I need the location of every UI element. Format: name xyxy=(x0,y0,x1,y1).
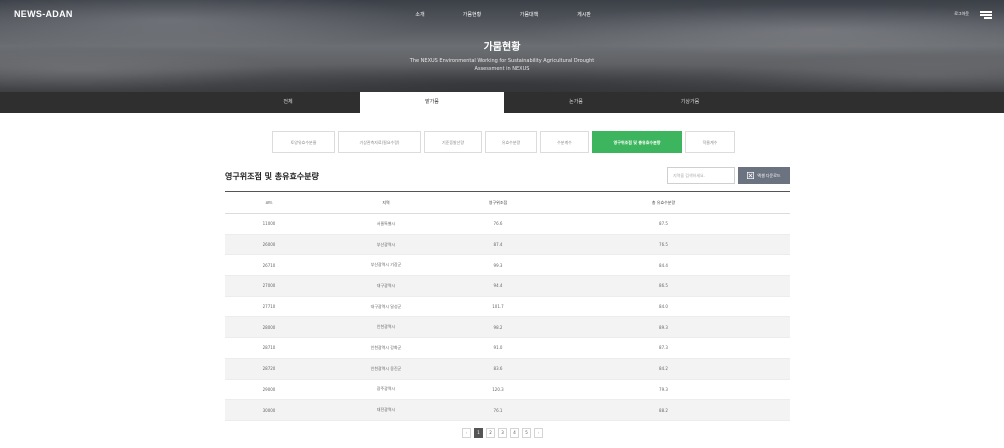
next-page-button[interactable]: › xyxy=(534,428,543,438)
subtab-soil-moisture-ratio[interactable]: 토양유효수분율 xyxy=(272,131,335,153)
logout-link[interactable]: 로그아웃 xyxy=(954,11,969,17)
cell-total-available-water: 88.2 xyxy=(537,399,790,421)
cell-total-available-water: 79.3 xyxy=(537,379,790,401)
cell-region: 부산광역시 xyxy=(313,234,459,256)
excel-download-button[interactable]: 엑셀 다운로드 xyxy=(738,167,790,184)
hero-banner: NEWS-ADAN 소개 가뭄현황 가뭄대책 게시판 로그아웃 가뭄현황 The… xyxy=(0,0,1004,92)
tab-field-drought[interactable]: 밭가뭄 xyxy=(360,92,504,113)
cell-total-available-water: 84.4 xyxy=(537,254,790,277)
excel-icon xyxy=(747,172,755,179)
cell-wilting-point: 99.3 xyxy=(459,254,537,277)
cell-code: 11000 xyxy=(225,213,313,235)
subtab-available-moisture[interactable]: 유효수분량 xyxy=(485,131,537,153)
section-title: 영구위조점 및 총유효수분량 xyxy=(225,172,319,181)
cell-code: 28720 xyxy=(225,358,313,380)
page-button-1[interactable]: 1 xyxy=(474,428,483,438)
page-subtitle-line1: The NEXUS Environmental Working for Sust… xyxy=(409,58,595,64)
cell-total-available-water: 87.3 xyxy=(537,337,790,359)
table-header-row: 코드 지역 영구위조점 총 유효수분량 xyxy=(225,191,790,214)
cell-total-available-water: 84.2 xyxy=(537,358,790,380)
cell-region: 대구광역시 달성군 xyxy=(313,296,459,318)
cell-wilting-point: 87.4 xyxy=(459,234,537,256)
cell-total-available-water: 89.3 xyxy=(537,316,790,339)
table-row: 28000 인천광역시 98.2 89.3 xyxy=(225,316,790,339)
cell-region: 인천광역시 강화군 xyxy=(313,337,459,359)
page-title: 가뭄현황 xyxy=(483,42,521,53)
tab-weather-drought[interactable]: 기상가뭄 xyxy=(648,92,732,113)
cell-region: 대구광역시 xyxy=(313,275,459,297)
cell-code: 29000 xyxy=(225,379,313,401)
cell-code: 27000 xyxy=(225,275,313,297)
table-row: 29000 광주광역시 120.3 79.3 xyxy=(225,379,790,401)
cell-total-available-water: 86.5 xyxy=(537,275,790,297)
table-row: 28720 인천광역시 옹진군 83.6 84.2 xyxy=(225,358,790,380)
column-header-total-available-water: 총 유효수분량 xyxy=(537,191,790,214)
cell-code: 28000 xyxy=(225,316,313,339)
prev-page-button[interactable]: ‹ xyxy=(462,428,471,438)
tab-all[interactable]: 전체 xyxy=(216,92,360,113)
page-button-2[interactable]: 2 xyxy=(486,428,495,438)
column-header-code: 코드 xyxy=(225,191,313,214)
cell-region: 인천광역시 옹진군 xyxy=(313,358,459,380)
table-row: 28710 인천광역시 강화군 91.0 87.3 xyxy=(225,337,790,359)
subtab-reference-evapotranspiration[interactable]: 기준증발산량 xyxy=(424,131,482,153)
tab-paddy-drought[interactable]: 논가뭄 xyxy=(504,92,648,113)
column-header-region: 지역 xyxy=(313,191,459,214)
nav-item-drought-measures[interactable]: 가뭄대책 xyxy=(520,11,538,18)
subtab-weather-observation[interactable]: 기상관측자료(필요수량) xyxy=(338,131,421,153)
page-button-4[interactable]: 4 xyxy=(510,428,519,438)
table-row: 26710 부산광역시 기장군 99.3 84.4 xyxy=(225,254,790,277)
excel-download-label: 엑셀 다운로드 xyxy=(757,172,781,178)
region-search-input[interactable] xyxy=(667,167,735,184)
cell-code: 27710 xyxy=(225,296,313,318)
cell-wilting-point: 76.1 xyxy=(459,399,537,421)
cell-wilting-point: 101.7 xyxy=(459,296,537,318)
subtab-moisture-coefficient[interactable]: 수분계수 xyxy=(540,131,589,153)
cell-wilting-point: 120.3 xyxy=(459,379,537,401)
hamburger-menu-icon[interactable] xyxy=(980,11,992,19)
nav-item-drought-status[interactable]: 가뭄현황 xyxy=(463,11,481,18)
column-header-wilting-point: 영구위조점 xyxy=(459,191,537,214)
subtab-crop-coefficient[interactable]: 작물계수 xyxy=(685,131,735,153)
cell-region: 부산광역시 기장군 xyxy=(313,254,459,277)
cell-region: 광주광역시 xyxy=(313,379,459,401)
cell-code: 26000 xyxy=(225,234,313,256)
page-button-3[interactable]: 3 xyxy=(498,428,507,438)
cell-code: 26710 xyxy=(225,254,313,277)
cell-total-available-water: 87.5 xyxy=(537,213,790,235)
subtab-wilting-point[interactable]: 영구위조점 및 총유효수분량 xyxy=(592,131,682,153)
cell-code: 28710 xyxy=(225,337,313,359)
cell-wilting-point: 98.2 xyxy=(459,316,537,339)
table-row: 27000 대구광역시 94.4 86.5 xyxy=(225,275,790,297)
nav-item-about[interactable]: 소개 xyxy=(415,11,424,18)
cell-region: 대전광역시 xyxy=(313,399,459,421)
wilting-point-table: 코드 지역 영구위조점 총 유효수분량 11000 서울특별시 76.6 87.… xyxy=(225,191,790,421)
category-tab-bar: 전체 밭가뭄 논가뭄 기상가뭄 xyxy=(0,92,1004,113)
nav-item-board[interactable]: 게시판 xyxy=(577,11,591,18)
page-subtitle-line2: Assessment in NEXUS xyxy=(474,66,530,72)
main-nav: 소개 가뭄현황 가뭄대책 게시판 xyxy=(0,11,1004,21)
table-row: 26000 부산광역시 87.4 76.5 xyxy=(225,234,790,256)
cell-wilting-point: 83.6 xyxy=(459,358,537,380)
cell-wilting-point: 94.4 xyxy=(459,275,537,297)
table-row: 11000 서울특별시 76.6 87.5 xyxy=(225,213,790,235)
cell-region: 서울특별시 xyxy=(313,213,459,235)
table-row: 30000 대전광역시 76.1 88.2 xyxy=(225,399,790,421)
cell-wilting-point: 76.6 xyxy=(459,213,537,235)
cell-wilting-point: 91.0 xyxy=(459,337,537,359)
page-button-5[interactable]: 5 xyxy=(522,428,531,438)
table-row: 27710 대구광역시 달성군 101.7 84.0 xyxy=(225,296,790,318)
cell-total-available-water: 76.5 xyxy=(537,234,790,256)
cell-region: 인천광역시 xyxy=(313,316,459,339)
cell-total-available-water: 84.0 xyxy=(537,296,790,318)
cell-code: 30000 xyxy=(225,399,313,421)
